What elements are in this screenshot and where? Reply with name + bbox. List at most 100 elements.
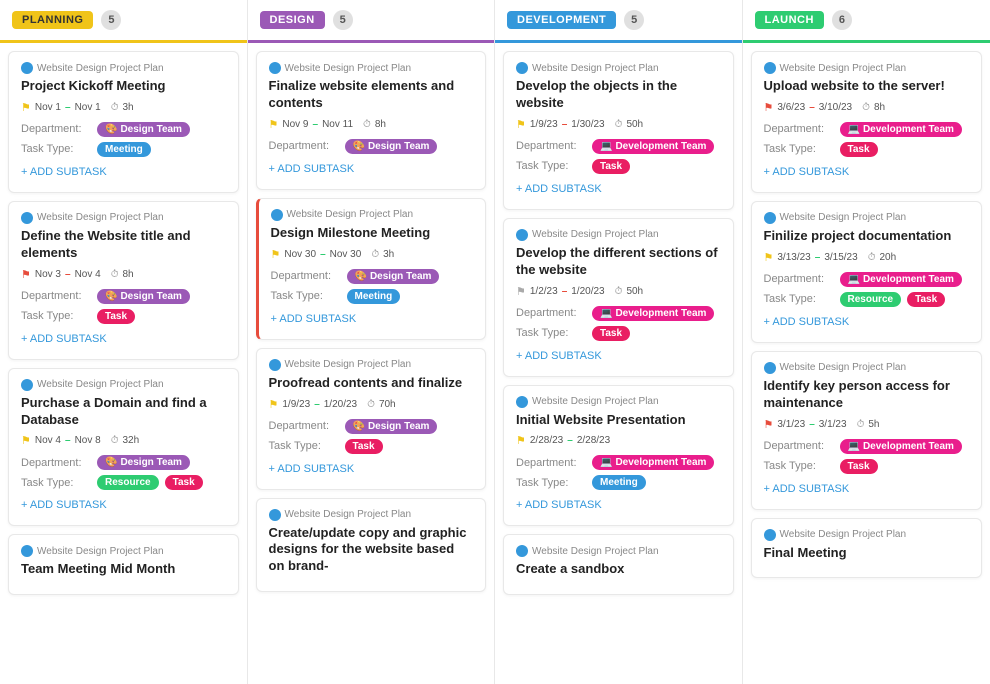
column-planning: PLANNING5Website Design Project PlanProj… <box>0 0 248 684</box>
clock-icon: ⏱ <box>111 435 119 446</box>
add-subtask-button[interactable]: + ADD SUBTASK <box>271 309 474 329</box>
card-project-label: Website Design Project Plan <box>287 209 414 220</box>
card-title: Upload website to the server! <box>764 78 970 95</box>
card: Website Design Project PlanIdentify key … <box>751 351 983 510</box>
add-subtask-button[interactable]: + ADD SUBTASK <box>764 312 970 332</box>
card-tasktype-row: Task Type: Meeting <box>271 289 474 304</box>
department-label: Department: <box>21 123 91 135</box>
tasktype-tag[interactable]: Task <box>165 475 203 490</box>
card-project-label: Website Design Project Plan <box>780 63 907 74</box>
card-title: Project Kickoff Meeting <box>21 78 226 95</box>
card: Website Design Project PlanDefine the We… <box>8 201 239 360</box>
add-subtask-button[interactable]: + ADD SUBTASK <box>21 329 226 349</box>
card: Website Design Project PlanProofread con… <box>256 348 487 490</box>
department-tag[interactable]: 💻 Development Team <box>592 139 714 154</box>
tasktype-tag[interactable]: Task <box>345 439 383 454</box>
tasktype-tag[interactable]: Task <box>840 142 878 157</box>
card-project-row: Website Design Project Plan <box>764 529 970 541</box>
card-project-label: Website Design Project Plan <box>37 546 164 557</box>
card-dates: ⚑Nov 4 – Nov 8⏱32h <box>21 434 226 447</box>
hours: 8h <box>123 269 134 280</box>
card-project-row: Website Design Project Plan <box>21 62 226 74</box>
card-dates: ⚑1/9/23 – 1/20/23⏱70h <box>269 398 474 411</box>
card-tasktype-row: Task Type:Meeting <box>516 475 721 490</box>
column-header-development: DEVELOPMENT5 <box>495 0 742 43</box>
tasktype-tag[interactable]: Task <box>907 292 945 307</box>
add-subtask-button[interactable]: + ADD SUBTASK <box>269 159 474 179</box>
department-tag[interactable]: 💻 Development Team <box>592 455 714 470</box>
card-tasktype-row: Task Type:Task <box>21 309 226 324</box>
date-start: 3/6/23 <box>777 102 805 113</box>
card-department-row: Department:🎨 Design Team <box>269 419 474 434</box>
card: Website Design Project Plan Upload websit… <box>751 51 983 193</box>
card-tasktype-row: Task Type:Task <box>516 159 721 174</box>
card: Website Design Project PlanDevelop the o… <box>503 51 734 210</box>
card-tasktype-row: Task Type:ResourceTask <box>21 475 226 490</box>
department-tag[interactable]: 🎨 Design Team <box>345 419 438 434</box>
tasktype-tag[interactable]: Meeting <box>347 289 401 304</box>
add-subtask-button[interactable]: + ADD SUBTASK <box>269 459 474 479</box>
date-end: Nov 11 <box>322 119 353 130</box>
project-icon <box>269 509 281 521</box>
card: Website Design Project PlanFinal Meeting <box>751 518 983 579</box>
add-subtask-button[interactable]: + ADD SUBTASK <box>764 479 970 499</box>
department-tag[interactable]: 🎨 Design Team <box>97 122 190 137</box>
clock-icon: ⏱ <box>363 119 371 130</box>
flag-yellow-icon: ⚑ <box>764 251 774 264</box>
project-icon <box>21 62 33 74</box>
department-tag[interactable]: 🎨 Design Team <box>345 139 438 154</box>
date-end: Nov 8 <box>75 435 101 446</box>
date-separator: – <box>567 435 573 446</box>
tasktype-tag[interactable]: Resource <box>840 292 902 307</box>
tasktype-label: Task Type: <box>21 143 91 155</box>
card-project-row: Website Design Project Plan <box>269 359 474 371</box>
card-dates: ⚑1/9/23 – 1/30/23⏱50h <box>516 118 721 131</box>
project-icon <box>764 529 776 541</box>
flag-gray-icon: ⚑ <box>516 285 526 298</box>
add-subtask-button[interactable]: + ADD SUBTASK <box>516 346 721 366</box>
department-tag[interactable]: 💻 Development Team <box>840 272 962 287</box>
card-project-label: Website Design Project Plan <box>37 379 164 390</box>
department-label: Department: <box>21 290 91 302</box>
tasktype-tag[interactable]: Task <box>840 459 878 474</box>
add-subtask-button[interactable]: + ADD SUBTASK <box>21 495 226 515</box>
card-project-label: Website Design Project Plan <box>285 359 412 370</box>
cards-list-design: Website Design Project Plan Finalize webs… <box>248 43 495 608</box>
tasktype-tag[interactable]: Task <box>97 309 135 324</box>
card-project-label: Website Design Project Plan <box>285 63 412 74</box>
department-tag[interactable]: 🎨 Design Team <box>97 455 190 470</box>
department-label: Department: <box>764 123 834 135</box>
tasktype-tag[interactable]: Resource <box>97 475 159 490</box>
dept-icon: 🎨 <box>355 271 367 282</box>
department-tag[interactable]: 🎨 Design Team <box>347 269 440 284</box>
column-header-launch: LAUNCH6 <box>743 0 990 43</box>
tasktype-tag[interactable]: Meeting <box>592 475 646 490</box>
add-subtask-button[interactable]: + ADD SUBTASK <box>516 179 721 199</box>
card: Website Design Project PlanDesign Milest… <box>256 198 487 340</box>
date-start: Nov 9 <box>282 119 308 130</box>
tasktype-tag[interactable]: Task <box>592 159 630 174</box>
add-subtask-button[interactable]: + ADD SUBTASK <box>516 495 721 515</box>
dept-icon: 🎨 <box>105 291 117 302</box>
dept-icon: 🎨 <box>353 141 365 152</box>
card-dates: ⚑Nov 3 – Nov 4⏱8h <box>21 268 226 281</box>
column-header-design: DESIGN5 <box>248 0 495 43</box>
add-subtask-button[interactable]: + ADD SUBTASK <box>21 162 226 182</box>
dept-icon: 💻 <box>848 274 860 285</box>
project-icon <box>516 62 528 74</box>
card-title: Define the Website title and elements <box>21 228 226 262</box>
tasktype-tag[interactable]: Task <box>592 326 630 341</box>
card-project-row: Website Design Project Plan <box>269 509 474 521</box>
flag-yellow-icon: ⚑ <box>516 434 526 447</box>
add-subtask-button[interactable]: + ADD SUBTASK <box>764 162 970 182</box>
tasktype-label: Task Type: <box>271 290 341 302</box>
department-tag[interactable]: 💻 Development Team <box>840 122 962 137</box>
department-tag[interactable]: 💻 Development Team <box>592 306 714 321</box>
date-separator: – <box>809 102 815 113</box>
cards-list-launch: Website Design Project Plan Upload websit… <box>743 43 990 594</box>
card-title: Finalize website elements and contents <box>269 78 474 112</box>
tasktype-tag[interactable]: Meeting <box>97 142 151 157</box>
department-tag[interactable]: 🎨 Design Team <box>97 289 190 304</box>
card-project-row: Website Design Project Plan <box>516 229 721 241</box>
department-tag[interactable]: 💻 Development Team <box>840 439 962 454</box>
